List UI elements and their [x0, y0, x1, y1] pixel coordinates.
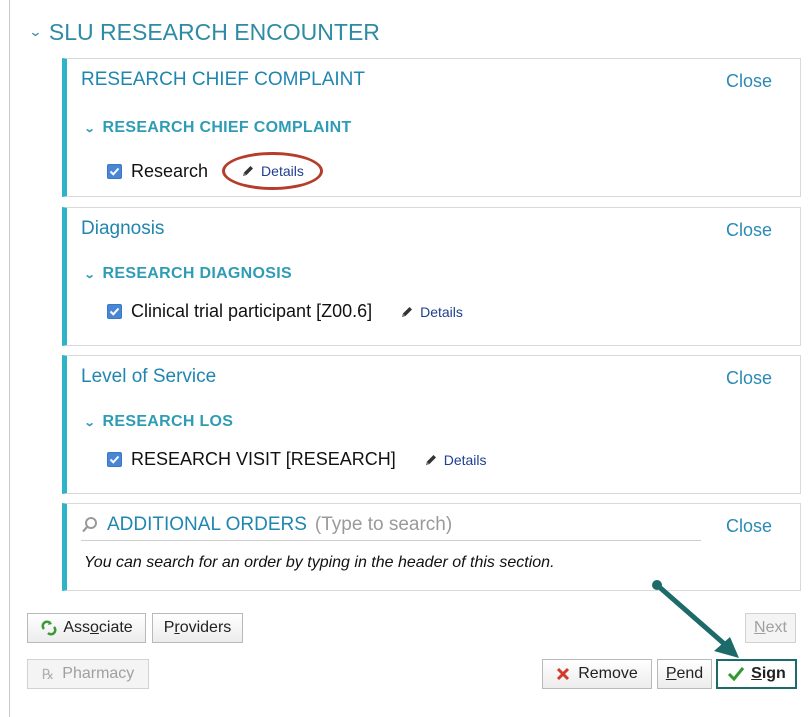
- providers-label-a: P: [163, 619, 175, 636]
- checkbox[interactable]: [107, 452, 122, 467]
- panel-diagnosis: Diagnosis Close ⌄ RESEARCH DIAGNOSIS Cli…: [62, 207, 801, 346]
- associate-label-a: Ass: [63, 619, 90, 636]
- order-label: RESEARCH VISIT [RESEARCH]: [131, 449, 396, 469]
- pharmacy-button[interactable]: ℞ Pharmacy: [27, 659, 149, 689]
- section-toggle[interactable]: ⌄ RESEARCH DIAGNOSIS: [83, 265, 292, 283]
- rx-icon: ℞: [41, 665, 55, 682]
- search-hint: You can search for an order by typing in…: [84, 554, 555, 571]
- sign-button[interactable]: Sign: [716, 659, 797, 689]
- close-button[interactable]: Close: [726, 220, 772, 241]
- associate-label-c: ciate: [98, 619, 133, 636]
- checkbox[interactable]: [107, 304, 122, 319]
- section-toggle[interactable]: ⌄ RESEARCH CHIEF COMPLAINT: [83, 119, 352, 137]
- checkmark-icon: [728, 667, 745, 682]
- providers-button[interactable]: Pr oviders: [152, 613, 243, 643]
- panel-title: Level of Service: [81, 366, 217, 387]
- close-button[interactable]: Close: [726, 516, 772, 537]
- next-label-a: N: [754, 619, 766, 636]
- chevron-down-icon: ⌄: [83, 268, 96, 281]
- next-label-b: ext: [765, 619, 787, 636]
- sign-label-a: S: [751, 665, 762, 682]
- order-label: Research: [131, 160, 209, 181]
- x-icon: [557, 667, 570, 681]
- order-label: Clinical trial participant [Z00.6]: [131, 301, 373, 321]
- order-item: Clinical trial participant [Z00.6] Detai…: [107, 301, 463, 322]
- search-icon: [82, 517, 97, 533]
- chevron-down-icon: ⌄: [83, 416, 96, 429]
- pend-label-a: P: [665, 665, 677, 682]
- chevron-down-icon: ⌄: [83, 122, 96, 135]
- encounter-title: SLU RESEARCH ENCOUNTER: [48, 18, 380, 45]
- details-label: Details: [261, 163, 304, 179]
- search-placeholder: (Type to search): [314, 514, 453, 535]
- panel-research-chief-complaint: RESEARCH CHIEF COMPLAINT Close ⌄ RESEARC…: [62, 58, 801, 197]
- section-title: ADDITIONAL ORDERS: [107, 514, 307, 535]
- pend-label-b: end: [676, 665, 704, 682]
- panel-level-of-service: Level of Service Close ⌄ RESEARCH LOS RE…: [62, 355, 801, 494]
- link-icon: [41, 620, 57, 636]
- details-link[interactable]: Details: [424, 452, 487, 468]
- chevron-down-icon: ⌄: [28, 24, 43, 39]
- close-button[interactable]: Close: [726, 368, 772, 389]
- details-link[interactable]: Details: [222, 152, 323, 190]
- next-button[interactable]: Next: [745, 613, 796, 643]
- remove-label: Remove: [578, 665, 638, 682]
- details-link[interactable]: Details: [400, 304, 463, 320]
- associate-label-b: o: [89, 619, 99, 636]
- pharmacy-label: Pharmacy: [62, 665, 135, 682]
- order-item: RESEARCH VISIT [RESEARCH] Details: [107, 449, 487, 470]
- encounter-header[interactable]: ⌄ SLU RESEARCH ENCOUNTER: [28, 17, 380, 47]
- checkbox[interactable]: [107, 163, 122, 179]
- remove-button[interactable]: Remove: [542, 659, 652, 689]
- left-border: [9, 0, 10, 717]
- section-subtitle: RESEARCH LOS: [102, 413, 234, 430]
- pencil-icon: [243, 166, 254, 176]
- details-label: Details: [420, 303, 463, 320]
- order-search-input[interactable]: ADDITIONAL ORDERS (Type to search): [81, 514, 701, 541]
- section-toggle[interactable]: ⌄ RESEARCH LOS: [83, 413, 234, 431]
- panel-additional-orders: ADDITIONAL ORDERS (Type to search) Close…: [62, 503, 801, 591]
- panel-title: RESEARCH CHIEF COMPLAINT: [81, 69, 365, 90]
- section-subtitle: RESEARCH CHIEF COMPLAINT: [102, 119, 352, 136]
- pencil-icon: [425, 454, 436, 465]
- section-subtitle: RESEARCH DIAGNOSIS: [102, 265, 292, 282]
- pencil-icon: [402, 306, 413, 317]
- providers-label-c: oviders: [179, 619, 232, 636]
- associate-button[interactable]: Ass o ciate: [27, 613, 146, 643]
- details-label: Details: [443, 451, 487, 468]
- sign-label-b: ign: [761, 665, 786, 682]
- pend-button[interactable]: Pend: [657, 659, 712, 689]
- close-button[interactable]: Close: [726, 71, 772, 92]
- panel-title: Diagnosis: [81, 218, 165, 239]
- order-item: Research Details: [107, 152, 323, 190]
